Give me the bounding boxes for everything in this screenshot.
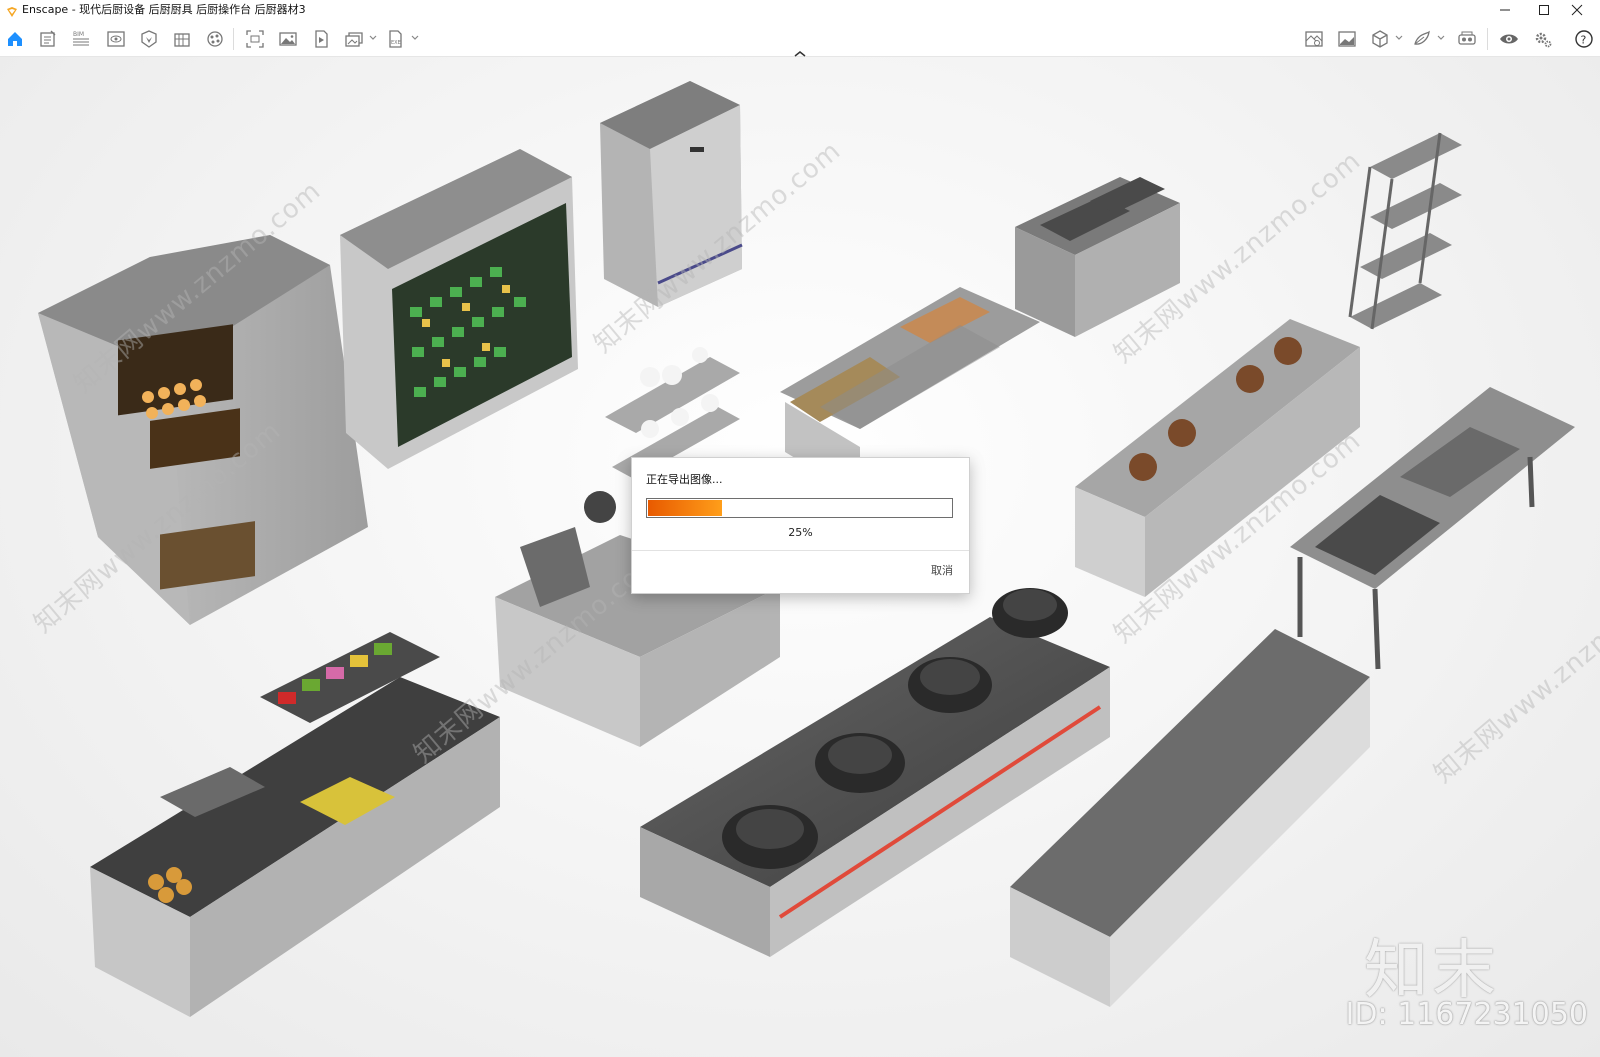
batch-render-dropdown[interactable]: [368, 32, 378, 44]
close-icon: [1571, 4, 1583, 16]
bim-button[interactable]: BIM: [69, 27, 93, 51]
progress-percent-label: 25%: [788, 526, 813, 539]
toolbar-separator: [233, 28, 234, 50]
maximize-icon: [1539, 5, 1549, 15]
svg-text:EXE: EXE: [391, 40, 401, 46]
toolbar-separator: [1487, 28, 1488, 50]
material-editor-icon: [1414, 30, 1430, 45]
close-button[interactable]: [1554, 0, 1600, 20]
export-button[interactable]: EXE: [383, 27, 407, 51]
building-icon: [174, 33, 190, 47]
visual-settings-icon: [1500, 34, 1518, 44]
help-icon: ?: [1575, 30, 1593, 48]
settings-icon: [1535, 32, 1552, 48]
window-title: Enscape - 现代后厨设备 后厨厨具 后厨操作台 后厨器材3: [22, 3, 306, 16]
asset-library-button[interactable]: [137, 27, 161, 51]
enscape-logo-icon: [6, 3, 18, 17]
atmosphere-icon: [1338, 31, 1356, 47]
view-icon: [107, 31, 125, 47]
asset-library-icon: [141, 30, 157, 48]
display-refrigerator: [340, 149, 578, 469]
bim-icon: BIM: [73, 31, 89, 46]
view-button[interactable]: [104, 27, 128, 51]
material-button[interactable]: [203, 27, 227, 51]
atmosphere-button[interactable]: [1335, 27, 1359, 51]
vr-button[interactable]: [1455, 27, 1479, 51]
cancel-button[interactable]: 取消: [931, 562, 953, 578]
minimize-icon: [1500, 9, 1510, 11]
screenshot-button[interactable]: [243, 27, 267, 51]
site-context-icon: [1305, 31, 1323, 47]
batch-render-icon: [345, 32, 363, 47]
svg-text:BIM: BIM: [73, 31, 84, 38]
batch-render-button[interactable]: [342, 27, 366, 51]
home-icon: [8, 32, 22, 46]
chevron-down-icon: [411, 35, 419, 40]
dialog-divider: [632, 550, 969, 551]
visual-settings-button[interactable]: [1497, 27, 1521, 51]
vr-icon: [1458, 31, 1476, 45]
dialog-title: 正在导出图像...: [646, 473, 723, 486]
cube-icon: [1372, 30, 1388, 48]
chevron-down-icon: [369, 35, 377, 40]
chevron-down-icon: [1395, 35, 1403, 40]
export-dropdown[interactable]: [410, 32, 420, 44]
image-id-label: ID: 1167231050: [1345, 997, 1588, 1032]
video-icon: [315, 30, 328, 48]
image-icon: [279, 32, 297, 46]
collapse-toolbar-button[interactable]: [792, 44, 808, 57]
progress-bar-fill: [648, 500, 723, 516]
cube-button[interactable]: [1368, 27, 1392, 51]
title-bar: Enscape - 现代后厨设备 后厨厨具 后厨操作台 后厨器材3: [0, 0, 1600, 20]
chevron-down-icon: [1437, 35, 1445, 40]
export-icon: EXE: [389, 30, 402, 48]
video-button[interactable]: [309, 27, 333, 51]
image-button[interactable]: [276, 27, 300, 51]
help-button[interactable]: ?: [1572, 27, 1596, 51]
notes-icon: [40, 30, 56, 47]
storage-rack: [1348, 132, 1462, 330]
sandwich-prep-counter: [90, 632, 500, 1017]
svg-text:?: ?: [1581, 34, 1587, 47]
export-progress-dialog: 正在导出图像... 25% 取消: [631, 457, 970, 594]
export-progress-bar: [646, 498, 953, 518]
notes-button[interactable]: [36, 27, 60, 51]
screenshot-icon: [246, 30, 264, 48]
site-context-button[interactable]: [1302, 27, 1326, 51]
building-button[interactable]: [170, 27, 194, 51]
material-editor-dropdown[interactable]: [1436, 32, 1446, 44]
cube-dropdown[interactable]: [1394, 32, 1404, 44]
home-button[interactable]: [3, 27, 27, 51]
settings-button[interactable]: [1531, 27, 1555, 51]
material-editor-button[interactable]: [1410, 27, 1434, 51]
material-icon: [207, 31, 223, 47]
